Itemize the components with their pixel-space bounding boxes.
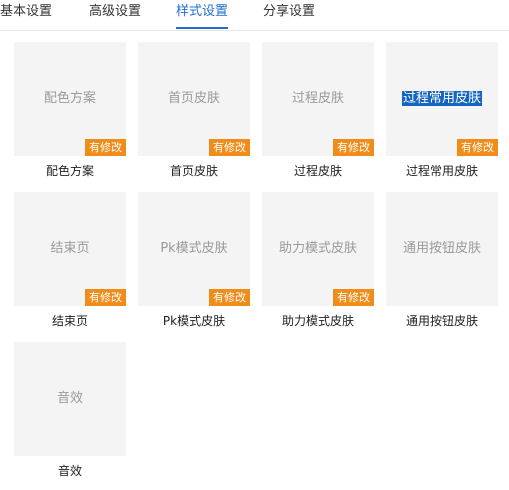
card-process-common-skin[interactable]: 过程常用皮肤 有修改 过程常用皮肤: [386, 42, 498, 187]
thumbnail-label: 助力模式皮肤: [278, 241, 357, 256]
tab-share-settings[interactable]: 分享设置: [263, 3, 315, 21]
card-end-page[interactable]: 结束页 有修改 结束页: [14, 192, 126, 337]
thumbnail-label: 配色方案: [43, 91, 96, 106]
active-tab-indicator: [176, 27, 228, 29]
card-home-skin[interactable]: 首页皮肤 有修改 首页皮肤: [138, 42, 250, 187]
card-caption: 助力模式皮肤: [281, 314, 354, 328]
thumbnail-label: 过程皮肤: [291, 91, 344, 106]
thumbnail-label: 音效: [56, 391, 83, 406]
card-caption: 过程常用皮肤: [405, 164, 478, 178]
card-thumbnail[interactable]: 助力模式皮肤 有修改: [262, 192, 374, 306]
card-process-skin[interactable]: 过程皮肤 有修改 过程皮肤: [262, 42, 374, 187]
settings-tabs: 基本设置 高级设置 样式设置 分享设置: [0, 0, 509, 31]
card-thumbnail[interactable]: 过程皮肤 有修改: [262, 42, 374, 156]
thumbnail-label-selected: 过程常用皮肤: [401, 91, 482, 106]
card-assist-mode-skin[interactable]: 助力模式皮肤 有修改 助力模式皮肤: [262, 192, 374, 337]
modified-badge: 有修改: [333, 289, 374, 306]
card-caption: 过程皮肤: [293, 164, 342, 178]
tab-style-settings[interactable]: 样式设置: [176, 3, 228, 21]
card-common-button-skin[interactable]: 通用按钮皮肤 通用按钮皮肤: [386, 192, 498, 337]
card-sound-effects[interactable]: 音效 音效: [14, 342, 126, 487]
card-caption: 配色方案: [45, 164, 94, 178]
thumbnail-label: 首页皮肤: [167, 91, 220, 106]
modified-badge: 有修改: [85, 289, 126, 306]
thumbnail-label: 通用按钮皮肤: [402, 241, 481, 256]
modified-badge: 有修改: [333, 139, 374, 156]
tab-advanced-settings[interactable]: 高级设置: [89, 3, 141, 21]
card-caption: 首页皮肤: [169, 164, 218, 178]
card-thumbnail[interactable]: 过程常用皮肤 有修改: [386, 42, 498, 156]
modified-badge: 有修改: [209, 289, 250, 306]
card-caption: Pk模式皮肤: [162, 314, 226, 328]
card-pk-mode-skin[interactable]: Pk模式皮肤 有修改 Pk模式皮肤: [138, 192, 250, 337]
card-thumbnail[interactable]: 配色方案 有修改: [14, 42, 126, 156]
card-thumbnail[interactable]: 结束页 有修改: [14, 192, 126, 306]
modified-badge: 有修改: [85, 139, 126, 156]
card-thumbnail[interactable]: 音效: [14, 342, 126, 456]
thumbnail-label: 结束页: [50, 241, 90, 256]
card-thumbnail[interactable]: Pk模式皮肤 有修改: [138, 192, 250, 306]
card-thumbnail[interactable]: 首页皮肤 有修改: [138, 42, 250, 156]
modified-badge: 有修改: [457, 139, 498, 156]
card-caption: 音效: [57, 464, 82, 478]
card-thumbnail[interactable]: 通用按钮皮肤: [386, 192, 498, 306]
card-caption: 通用按钮皮肤: [405, 314, 478, 328]
modified-badge: 有修改: [209, 139, 250, 156]
tab-basic-settings[interactable]: 基本设置: [0, 3, 52, 21]
style-settings-page: 基本设置 高级设置 样式设置 分享设置 配色方案 有修改 配色方案 首页皮肤 有…: [0, 0, 509, 490]
card-color-scheme[interactable]: 配色方案 有修改 配色方案: [14, 42, 126, 187]
thumbnail-label: Pk模式皮肤: [160, 241, 228, 256]
card-caption: 结束页: [51, 314, 88, 328]
